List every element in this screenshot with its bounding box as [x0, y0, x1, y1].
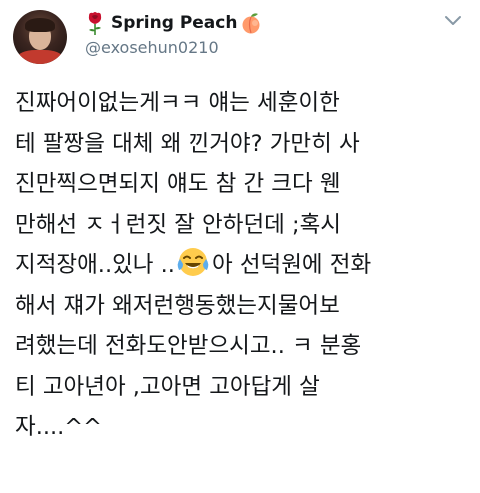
- tweet-text-line: 티 고아년아 ,고아면 고아답게 살: [15, 373, 320, 400]
- display-name[interactable]: Spring Peach: [111, 13, 237, 33]
- peach-icon: [242, 13, 260, 34]
- tweet-text-line: 진만찍으면되지 얘도 참 간 크다 웬: [15, 171, 341, 197]
- tweet-card: Spring Peach @exosehun0210 진짜어이없는게ㅋㅋ 얘는 …: [0, 0, 480, 493]
- avatar-hair: [25, 18, 55, 32]
- tweet-text-line: 만해선 ㅈㅓ런짓 잘 안하던데 ;혹시: [15, 211, 341, 238]
- author-name-row[interactable]: Spring Peach: [85, 10, 262, 36]
- tweet-text-line: 려했는데 전화도안받으시고.. ㅋ 분홍: [15, 333, 362, 359]
- avatar[interactable]: [13, 10, 67, 64]
- rose-icon: [88, 12, 102, 35]
- tweet-text-segment: 지적장애..있나 ..: [15, 252, 175, 278]
- tweet-text: 진짜어이없는게ㅋㅋ 얘는 세훈이한 테 팔짱을 대체 왜 낀거야? 가만히 사 …: [15, 83, 475, 448]
- tweet-text-line-with-emoji: 지적장애..있나 .. 아 선덕원에 전화: [15, 245, 475, 286]
- chevron-down-icon[interactable]: [444, 14, 462, 28]
- tears-of-joy-emoji-icon: [177, 248, 209, 276]
- author-handle[interactable]: @exosehun0210: [85, 38, 219, 57]
- avatar-shirt: [17, 50, 63, 64]
- tweet-text-line: 진짜어이없는게ㅋㅋ 얘는 세훈이한: [15, 90, 340, 116]
- tweet-text-line: 테 팔짱을 대체 왜 낀거야? 가만히 사: [15, 130, 360, 157]
- tweet-text-line: 해서 쟤가 왜저런행동했는지물어보: [15, 292, 340, 319]
- tweet-text-segment: 아 선덕원에 전화: [211, 252, 372, 278]
- tweet-text-line: 자....^^: [15, 414, 103, 440]
